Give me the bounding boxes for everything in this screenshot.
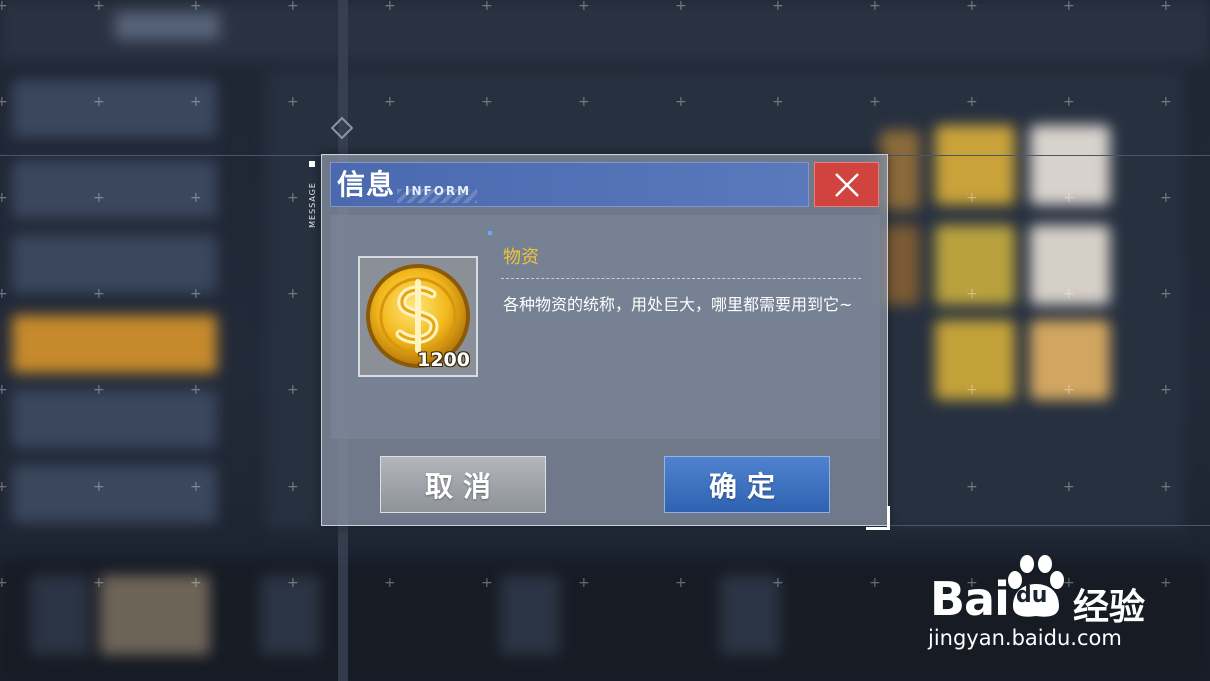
item-info-panel: 1200 物资 各种物资的统称，用处巨大，哪里都需要用到它~	[331, 215, 880, 439]
grid-plus-mark: +	[384, 94, 396, 110]
dialog-title: 信息	[337, 168, 396, 201]
grid-plus-mark: +	[1160, 286, 1172, 302]
cancel-button[interactable]: 取消	[380, 456, 546, 513]
grid-plus-mark: +	[287, 575, 299, 591]
side-marker	[309, 161, 315, 167]
grid-plus-mark: +	[966, 382, 978, 398]
grid-plus-mark: +	[481, 94, 493, 110]
grid-plus-mark: +	[675, 94, 687, 110]
close-button[interactable]	[814, 162, 879, 207]
grid-plus-mark: +	[93, 286, 105, 302]
grid-plus-mark: +	[190, 94, 202, 110]
grid-plus-mark: +	[0, 382, 8, 398]
grid-plus-mark: +	[966, 94, 978, 110]
grid-plus-mark: +	[1160, 190, 1172, 206]
grid-plus-mark: +	[1063, 94, 1075, 110]
grid-plus-mark: +	[287, 94, 299, 110]
grid-plus-mark: +	[190, 190, 202, 206]
grid-plus-mark: +	[190, 575, 202, 591]
grid-plus-mark: +	[384, 0, 396, 14]
item-name: 物资	[503, 247, 539, 268]
grid-plus-mark: +	[287, 0, 299, 14]
grid-plus-mark: +	[287, 382, 299, 398]
grid-plus-mark: +	[675, 0, 687, 14]
grid-plus-mark: +	[772, 575, 784, 591]
grid-plus-mark: +	[966, 286, 978, 302]
grid-plus-mark: +	[1160, 382, 1172, 398]
cancel-button-label: 取消	[424, 469, 501, 503]
grid-plus-mark: +	[1063, 382, 1075, 398]
grid-plus-mark: +	[93, 479, 105, 495]
grid-plus-mark: +	[578, 94, 590, 110]
grid-plus-mark: +	[1063, 190, 1075, 206]
watermark-url: jingyan.baidu.com	[928, 626, 1122, 650]
item-quantity: 1200	[417, 349, 470, 371]
grid-plus-mark: +	[93, 575, 105, 591]
info-dialog: 信息 INFORM 1200 物资 各种物资的统称，用处巨大，哪里都需要用到它~…	[321, 154, 888, 526]
grid-plus-mark: +	[0, 479, 8, 495]
grid-plus-mark: +	[772, 94, 784, 110]
grid-plus-mark: +	[869, 575, 881, 591]
grid-plus-mark: +	[1160, 0, 1172, 14]
grid-plus-mark: +	[772, 0, 784, 14]
grid-plus-mark: +	[1160, 479, 1172, 495]
grid-plus-mark: +	[869, 0, 881, 14]
grid-plus-mark: +	[1063, 286, 1075, 302]
baidu-jingyan-watermark: Bai du 经验 jingyan.baidu.com	[928, 550, 1168, 660]
watermark-brand-prefix: Bai	[930, 572, 1010, 626]
dialog-subtitle: INFORM	[405, 184, 472, 198]
grid-plus-mark: +	[0, 0, 8, 14]
grid-plus-mark: +	[93, 190, 105, 206]
grid-plus-mark: +	[481, 0, 493, 14]
grid-plus-mark: +	[93, 94, 105, 110]
grid-plus-mark: +	[0, 286, 8, 302]
grid-plus-mark: +	[190, 382, 202, 398]
grid-plus-mark: +	[578, 575, 590, 591]
accent-dot	[488, 231, 492, 235]
grid-plus-mark: +	[93, 382, 105, 398]
grid-plus-mark: +	[287, 479, 299, 495]
watermark-brand-suffix: 经验	[1073, 587, 1146, 628]
grid-plus-mark: +	[1063, 0, 1075, 14]
grid-plus-mark: +	[0, 575, 8, 591]
close-x-icon	[834, 172, 859, 197]
watermark-brand-paw-text: du	[1016, 583, 1048, 608]
grid-plus-mark: +	[1063, 479, 1075, 495]
dialog-title-bar: 信息 INFORM	[330, 162, 809, 207]
grid-plus-mark: +	[190, 286, 202, 302]
grid-plus-mark: +	[675, 575, 687, 591]
grid-plus-mark: +	[869, 94, 881, 110]
item-description: 各种物资的统称，用处巨大，哪里都需要用到它~	[503, 295, 853, 314]
confirm-button[interactable]: 确定	[664, 456, 830, 513]
grid-plus-mark: +	[966, 479, 978, 495]
grid-plus-mark: +	[578, 0, 590, 14]
grid-plus-mark: +	[0, 94, 8, 110]
grid-plus-mark: +	[0, 190, 8, 206]
item-slot: 1200	[358, 256, 478, 377]
dashed-divider	[501, 278, 861, 279]
dialog-corner-bracket	[866, 506, 890, 530]
grid-plus-mark: +	[966, 190, 978, 206]
grid-plus-mark: +	[190, 479, 202, 495]
grid-plus-mark: +	[287, 286, 299, 302]
confirm-button-label: 确定	[708, 469, 785, 503]
grid-plus-mark: +	[93, 0, 105, 14]
grid-plus-mark: +	[481, 575, 493, 591]
grid-plus-mark: +	[384, 575, 396, 591]
grid-plus-mark: +	[1160, 94, 1172, 110]
grid-plus-mark: +	[190, 0, 202, 14]
grid-plus-mark: +	[966, 0, 978, 14]
